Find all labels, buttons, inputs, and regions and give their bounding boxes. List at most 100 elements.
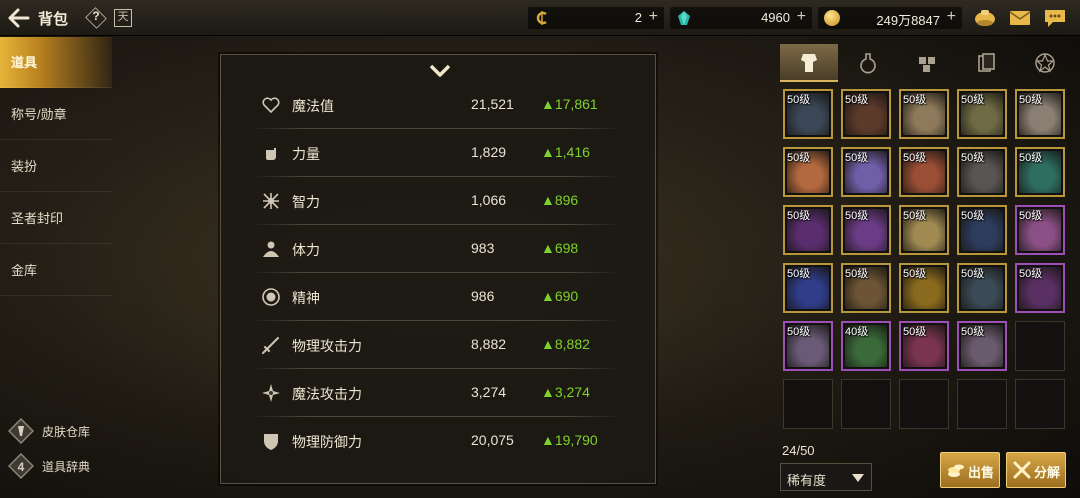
coin-value: 2 bbox=[634, 10, 642, 25]
item-slot[interactable]: 50级 bbox=[841, 263, 891, 313]
stat-bonus: ▲1,416 bbox=[541, 144, 590, 160]
tab-material[interactable] bbox=[898, 44, 956, 82]
item-slot[interactable]: 50级 bbox=[783, 147, 833, 197]
mail-icon[interactable] bbox=[1008, 7, 1032, 29]
c-coin-icon bbox=[534, 10, 550, 26]
stat-name: 精神 bbox=[292, 290, 320, 306]
item-slot[interactable]: 50级 bbox=[957, 147, 1007, 197]
item-slot[interactable]: 50级 bbox=[1015, 89, 1065, 139]
tab-card[interactable] bbox=[957, 44, 1015, 82]
sell-label: 出售 bbox=[968, 465, 995, 480]
item-slot[interactable]: 50级 bbox=[899, 263, 949, 313]
stamina-icon bbox=[261, 239, 281, 259]
add-gold-button[interactable]: + bbox=[947, 8, 956, 26]
item-level-badge: 50级 bbox=[787, 210, 811, 222]
sidebar-item-titles[interactable]: 称号/勋章 bbox=[0, 89, 112, 140]
item-slot[interactable]: 50级 bbox=[783, 89, 833, 139]
add-coin-button[interactable]: + bbox=[649, 8, 658, 26]
item-slot[interactable]: 50级 bbox=[783, 263, 833, 313]
stat-value: 8,882 bbox=[471, 336, 507, 352]
pentagram-icon bbox=[1035, 53, 1055, 73]
tab-equipment[interactable] bbox=[780, 44, 838, 82]
item-level-badge: 50级 bbox=[903, 152, 927, 164]
empty-slot[interactable] bbox=[841, 379, 891, 429]
item-slot[interactable]: 50级 bbox=[783, 205, 833, 255]
item-slot[interactable]: 50级 bbox=[841, 89, 891, 139]
back-arrow-icon[interactable] bbox=[6, 6, 32, 30]
item-slot[interactable]: 50级 bbox=[841, 205, 891, 255]
item-slot[interactable]: 50级 bbox=[1015, 263, 1065, 313]
item-level-badge: 50级 bbox=[903, 94, 927, 106]
chat-icon[interactable] bbox=[1043, 7, 1067, 29]
item-level-badge: 50级 bbox=[961, 210, 985, 222]
item-slot[interactable]: 50级 bbox=[841, 147, 891, 197]
heart-icon bbox=[261, 95, 281, 115]
item-slot[interactable]: 40级 bbox=[841, 321, 891, 371]
gold-coin-icon bbox=[824, 10, 840, 26]
tab-pentagram[interactable] bbox=[1016, 44, 1074, 82]
currency-gold: 249万8847 + bbox=[818, 7, 962, 29]
add-crystal-button[interactable]: + bbox=[797, 8, 806, 26]
stat-value: 986 bbox=[471, 288, 495, 304]
empty-slot[interactable] bbox=[1015, 321, 1065, 371]
sell-button[interactable]: 出售 bbox=[940, 452, 1000, 488]
item-level-badge: 50级 bbox=[903, 210, 927, 222]
calendar-icon[interactable]: 天 bbox=[114, 9, 132, 27]
tab-potion[interactable] bbox=[839, 44, 897, 82]
disassemble-label: 分解 bbox=[1034, 465, 1061, 480]
stat-row-intelligence: 智力 1,066 ▲896 bbox=[251, 177, 621, 225]
stat-row-mp: 魔法值 21,521 ▲17,861 bbox=[251, 81, 621, 129]
empty-slot[interactable] bbox=[957, 379, 1007, 429]
stat-value: 3,274 bbox=[471, 384, 507, 400]
stat-row-spirit: 精神 986 ▲690 bbox=[251, 273, 621, 321]
card-icon bbox=[978, 53, 995, 72]
sort-dropdown[interactable]: 稀有度 bbox=[780, 463, 872, 491]
empty-slot[interactable] bbox=[1015, 379, 1065, 429]
gold-value: 249万8847 bbox=[876, 13, 940, 28]
item-slot[interactable]: 50级 bbox=[899, 89, 949, 139]
item-slot[interactable]: 50级 bbox=[1015, 147, 1065, 197]
item-level-badge: 50级 bbox=[961, 152, 985, 164]
stat-value: 1,066 bbox=[471, 192, 507, 208]
empty-slot[interactable] bbox=[899, 379, 949, 429]
item-slot[interactable]: 50级 bbox=[899, 321, 949, 371]
item-slot[interactable]: 50级 bbox=[783, 321, 833, 371]
item-level-badge: 50级 bbox=[787, 94, 811, 106]
item-slot[interactable]: 50级 bbox=[957, 321, 1007, 371]
sidebar-item-avatar[interactable]: 装扮 bbox=[0, 141, 112, 192]
crystal-value: 4960 bbox=[761, 10, 790, 25]
sidebar-item-items[interactable]: 道具 bbox=[0, 37, 112, 88]
item-level-badge: 50级 bbox=[961, 94, 985, 106]
pot-icon[interactable] bbox=[973, 7, 997, 29]
stat-name: 物理防御力 bbox=[292, 434, 362, 450]
fist-icon bbox=[261, 143, 281, 163]
stat-row-phys-def: 物理防御力 20,075 ▲19,790 bbox=[251, 417, 621, 465]
help-question-mark: ? bbox=[92, 9, 100, 23]
item-slot[interactable]: 50级 bbox=[899, 205, 949, 255]
stat-name: 魔法攻击力 bbox=[292, 386, 362, 402]
material-icon bbox=[919, 57, 935, 72]
skin-storage-label: 皮肤仓库 bbox=[42, 425, 91, 439]
item-level-badge: 50级 bbox=[903, 268, 927, 280]
stat-bonus: ▲3,274 bbox=[541, 384, 590, 400]
disassemble-button[interactable]: 分解 bbox=[1006, 452, 1066, 488]
item-level-badge: 50级 bbox=[787, 152, 811, 164]
sword-icon bbox=[261, 335, 281, 355]
item-slot[interactable]: 50级 bbox=[957, 205, 1007, 255]
item-level-badge: 50级 bbox=[787, 326, 811, 338]
item-slot[interactable]: 50级 bbox=[899, 147, 949, 197]
item-slot[interactable]: 50级 bbox=[1015, 205, 1065, 255]
empty-slot[interactable] bbox=[783, 379, 833, 429]
stat-name: 魔法值 bbox=[292, 98, 334, 114]
item-level-badge: 40级 bbox=[845, 326, 869, 338]
item-level-badge: 50级 bbox=[1019, 94, 1043, 106]
item-level-badge: 50级 bbox=[1019, 268, 1043, 280]
sidebar-item-seal[interactable]: 圣者封印 bbox=[0, 193, 112, 244]
collapse-chevron-icon[interactable] bbox=[428, 63, 452, 79]
coins-icon bbox=[946, 460, 966, 480]
shield-icon bbox=[261, 431, 281, 451]
sidebar-item-vault[interactable]: 金库 bbox=[0, 245, 112, 296]
item-slot[interactable]: 50级 bbox=[957, 263, 1007, 313]
item-level-badge: 50级 bbox=[961, 326, 985, 338]
item-slot[interactable]: 50级 bbox=[957, 89, 1007, 139]
